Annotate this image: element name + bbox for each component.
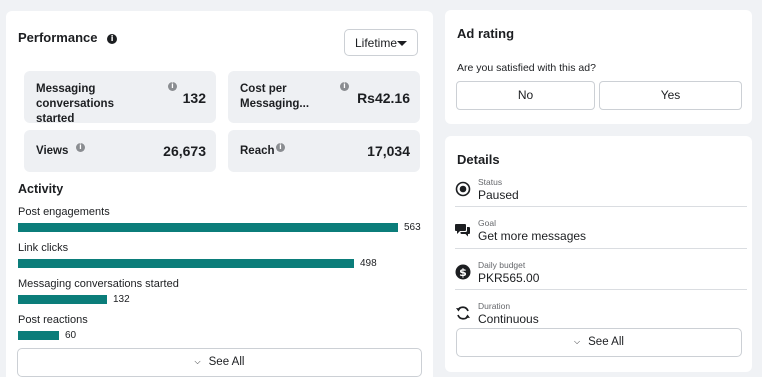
activity-label: Post engagements bbox=[18, 206, 110, 218]
see-all-activity-button[interactable]: ⌵ See All bbox=[17, 348, 422, 377]
metric-cost-per-messaging[interactable]: Cost per Messaging... i Rs42.16 bbox=[228, 71, 420, 123]
chevron-down-icon: ⌵ bbox=[194, 357, 201, 366]
metric-messaging-conversations[interactable]: Messaging conversations started i 132 bbox=[24, 71, 216, 125]
status-radio-icon bbox=[455, 181, 471, 197]
metric-value: 17,034 bbox=[367, 143, 410, 159]
see-all-label: See All bbox=[588, 336, 624, 348]
activity-value: 498 bbox=[360, 258, 377, 269]
info-icon[interactable]: i bbox=[107, 33, 118, 44]
svg-text:$: $ bbox=[459, 266, 467, 279]
activity-label: Link clicks bbox=[18, 242, 69, 254]
ad-rating-question: Are you satisfied with this ad? bbox=[457, 62, 596, 74]
detail-row-status: Status Paused bbox=[455, 177, 745, 203]
detail-main-value: PKR565.00 bbox=[478, 271, 540, 285]
performance-title: Performance i bbox=[18, 30, 118, 45]
activity-title: Activity bbox=[18, 182, 64, 196]
activity-bar bbox=[18, 295, 107, 304]
detail-main-value: Continuous bbox=[478, 312, 539, 326]
detail-row-daily-budget: $ Daily budget PKR565.00 bbox=[455, 260, 745, 286]
activity-bar bbox=[18, 223, 398, 232]
divider bbox=[455, 289, 747, 290]
detail-row-duration: Duration Continuous bbox=[455, 301, 745, 327]
refresh-cycle-icon bbox=[456, 306, 470, 320]
caret-down-icon bbox=[397, 41, 407, 46]
metric-label: Messaging conversations started bbox=[36, 83, 114, 125]
activity-label: Post reactions bbox=[18, 314, 88, 326]
metric-label: Cost per Messaging... bbox=[240, 83, 310, 110]
chevron-down-icon: ⌵ bbox=[574, 337, 581, 346]
divider bbox=[455, 248, 747, 249]
details-title: Details bbox=[457, 152, 500, 167]
detail-main-value: Paused bbox=[478, 188, 519, 202]
ad-rating-title: Ad rating bbox=[457, 26, 515, 41]
detail-small-label: Daily budget bbox=[478, 260, 526, 270]
activity-bar bbox=[18, 331, 59, 340]
performance-card: Performance i Lifetime Messaging convers… bbox=[6, 11, 433, 377]
activity-value: 60 bbox=[65, 330, 77, 341]
performance-title-text: Performance bbox=[18, 30, 98, 45]
details-card: Details Status Paused Goal Get more mess… bbox=[445, 136, 752, 372]
detail-main-value: Get more messages bbox=[478, 229, 587, 243]
metric-value: 26,673 bbox=[163, 143, 206, 159]
metric-label: Reach bbox=[240, 145, 275, 157]
info-icon[interactable]: i bbox=[276, 143, 285, 152]
metric-label: Views bbox=[36, 145, 69, 157]
activity-value: 132 bbox=[113, 294, 130, 305]
metric-views[interactable]: Views i 26,673 bbox=[24, 130, 216, 172]
info-icon[interactable]: i bbox=[340, 82, 349, 91]
info-icon[interactable]: i bbox=[168, 82, 177, 91]
dollar-coin-icon: $ bbox=[455, 264, 471, 280]
see-all-details-button[interactable]: ⌵ See All bbox=[456, 328, 742, 357]
detail-row-goal: Goal Get more messages bbox=[455, 218, 745, 244]
date-range-select[interactable]: Lifetime bbox=[344, 29, 418, 56]
info-icon[interactable]: i bbox=[76, 143, 85, 152]
rating-yes-button[interactable]: Yes bbox=[599, 81, 742, 110]
divider bbox=[455, 206, 747, 207]
metric-value: 132 bbox=[182, 90, 206, 106]
date-range-value: Lifetime bbox=[355, 36, 398, 50]
detail-small-label: Status bbox=[478, 177, 503, 187]
activity-bar bbox=[18, 259, 354, 268]
metric-reach[interactable]: Reach i 17,034 bbox=[228, 130, 420, 172]
rating-no-button[interactable]: No bbox=[456, 81, 595, 110]
chat-bubbles-icon bbox=[455, 224, 470, 237]
detail-small-label: Goal bbox=[478, 218, 496, 228]
metric-value: Rs42.16 bbox=[357, 90, 410, 106]
detail-small-label: Duration bbox=[478, 301, 511, 311]
activity-label: Messaging conversations started bbox=[18, 278, 179, 290]
ad-rating-card: Ad rating Are you satisfied with this ad… bbox=[445, 10, 752, 124]
see-all-label: See All bbox=[208, 356, 245, 368]
activity-value: 563 bbox=[404, 222, 421, 233]
